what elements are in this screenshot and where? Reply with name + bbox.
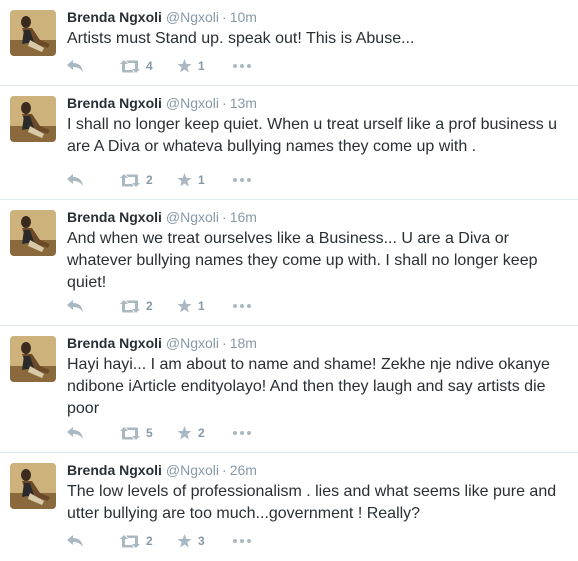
tweet-header: Brenda Ngxoli @Ngxoli · 10m [67, 8, 568, 26]
retweet-button[interactable]: 2 [120, 173, 160, 187]
star-icon [177, 173, 192, 187]
separator-dot: · [222, 95, 227, 111]
reply-button[interactable] [67, 300, 91, 312]
avatar[interactable] [10, 96, 56, 142]
separator-dot: · [222, 335, 227, 351]
retweet-count: 2 [146, 173, 153, 187]
more-button[interactable] [233, 304, 251, 308]
retweet-button[interactable]: 4 [120, 59, 160, 73]
reply-icon [67, 60, 83, 72]
retweet-icon [120, 426, 140, 440]
tweet[interactable]: Brenda Ngxoli @Ngxoli · 13m I shall no long… [0, 86, 578, 200]
tweet-timeline: Brenda Ngxoli @Ngxoli · 10m Artists must St… [0, 0, 578, 560]
favorite-button[interactable]: 1 [177, 299, 217, 313]
tweet[interactable]: Brenda Ngxoli @Ngxoli · 18m Hayi hayi... I … [0, 326, 578, 453]
tweet-actions: 2 3 [67, 532, 251, 550]
favorite-count: 1 [198, 59, 205, 73]
author-username[interactable]: @Ngxoli [166, 335, 219, 351]
more-button[interactable] [233, 64, 251, 68]
author-username[interactable]: @Ngxoli [166, 209, 219, 225]
more-dots-icon [233, 304, 251, 308]
reply-button[interactable] [67, 427, 91, 439]
tweet-actions: 2 1 [67, 297, 251, 315]
tweet-actions: 2 1 [67, 171, 251, 189]
reply-icon [67, 300, 83, 312]
retweet-count: 2 [146, 534, 153, 548]
favorite-button[interactable]: 2 [177, 426, 217, 440]
more-dots-icon [233, 64, 251, 68]
retweet-icon [120, 299, 140, 313]
favorite-count: 1 [198, 173, 205, 187]
author-fullname[interactable]: Brenda Ngxoli [67, 335, 162, 351]
avatar[interactable] [10, 463, 56, 509]
more-dots-icon [233, 431, 251, 435]
tweet-timestamp[interactable]: 18m [230, 335, 257, 351]
author-username[interactable]: @Ngxoli [166, 95, 219, 111]
separator-dot: · [222, 9, 227, 25]
author-fullname[interactable]: Brenda Ngxoli [67, 9, 162, 25]
more-dots-icon [233, 178, 251, 182]
tweet-text: The low levels of professionalism . lies… [67, 483, 557, 522]
tweet-header: Brenda Ngxoli @Ngxoli · 13m [67, 94, 568, 112]
separator-dot: · [222, 209, 227, 225]
star-icon [177, 299, 192, 313]
avatar[interactable] [10, 210, 56, 256]
more-button[interactable] [233, 178, 251, 182]
tweet-timestamp[interactable]: 13m [230, 95, 257, 111]
more-dots-icon [233, 539, 251, 543]
retweet-button[interactable]: 2 [120, 534, 160, 548]
reply-button[interactable] [67, 60, 91, 72]
tweet-text: And when we treat ourselves like a Busin… [67, 230, 538, 291]
favorite-button[interactable]: 1 [177, 59, 217, 73]
author-username[interactable]: @Ngxoli [166, 462, 219, 478]
tweet-text: I shall no longer keep quiet. When u tre… [67, 116, 558, 155]
tweet-timestamp[interactable]: 16m [230, 209, 257, 225]
tweet-header: Brenda Ngxoli @Ngxoli · 16m [67, 208, 568, 226]
reply-button[interactable] [67, 535, 91, 547]
tweet[interactable]: Brenda Ngxoli @Ngxoli · 26m The low levels … [0, 453, 578, 560]
avatar[interactable] [10, 10, 56, 56]
retweet-button[interactable]: 5 [120, 426, 160, 440]
favorite-button[interactable]: 3 [177, 534, 217, 548]
star-icon [177, 426, 192, 440]
more-button[interactable] [233, 431, 251, 435]
avatar[interactable] [10, 336, 56, 382]
tweet-header: Brenda Ngxoli @Ngxoli · 26m [67, 461, 568, 479]
tweet[interactable]: Brenda Ngxoli @Ngxoli · 10m Artists must St… [0, 0, 578, 86]
tweet-timestamp[interactable]: 26m [230, 462, 257, 478]
author-fullname[interactable]: Brenda Ngxoli [67, 95, 162, 111]
author-fullname[interactable]: Brenda Ngxoli [67, 462, 162, 478]
tweet-actions: 4 1 [67, 57, 251, 75]
tweet-timestamp[interactable]: 10m [230, 9, 257, 25]
star-icon [177, 59, 192, 73]
favorite-count: 1 [198, 299, 205, 313]
retweet-icon [120, 173, 140, 187]
retweet-count: 5 [146, 426, 153, 440]
tweet-actions: 5 2 [67, 424, 251, 442]
retweet-icon [120, 534, 140, 548]
more-button[interactable] [233, 539, 251, 543]
author-username[interactable]: @Ngxoli [166, 9, 219, 25]
tweet-text: Artists must Stand up. speak out! This i… [67, 30, 415, 47]
favorite-button[interactable]: 1 [177, 173, 217, 187]
favorite-count: 3 [198, 534, 205, 548]
separator-dot: · [222, 462, 227, 478]
retweet-button[interactable]: 2 [120, 299, 160, 313]
retweet-icon [120, 59, 140, 73]
retweet-count: 4 [146, 59, 153, 73]
favorite-count: 2 [198, 426, 205, 440]
retweet-count: 2 [146, 299, 153, 313]
tweet[interactable]: Brenda Ngxoli @Ngxoli · 16m And when we tre… [0, 200, 578, 326]
tweet-header: Brenda Ngxoli @Ngxoli · 18m [67, 334, 568, 352]
author-fullname[interactable]: Brenda Ngxoli [67, 209, 162, 225]
reply-icon [67, 174, 83, 186]
star-icon [177, 534, 192, 548]
reply-button[interactable] [67, 174, 91, 186]
tweet-text: Hayi hayi... I am about to name and sham… [67, 356, 550, 417]
reply-icon [67, 535, 83, 547]
reply-icon [67, 427, 83, 439]
